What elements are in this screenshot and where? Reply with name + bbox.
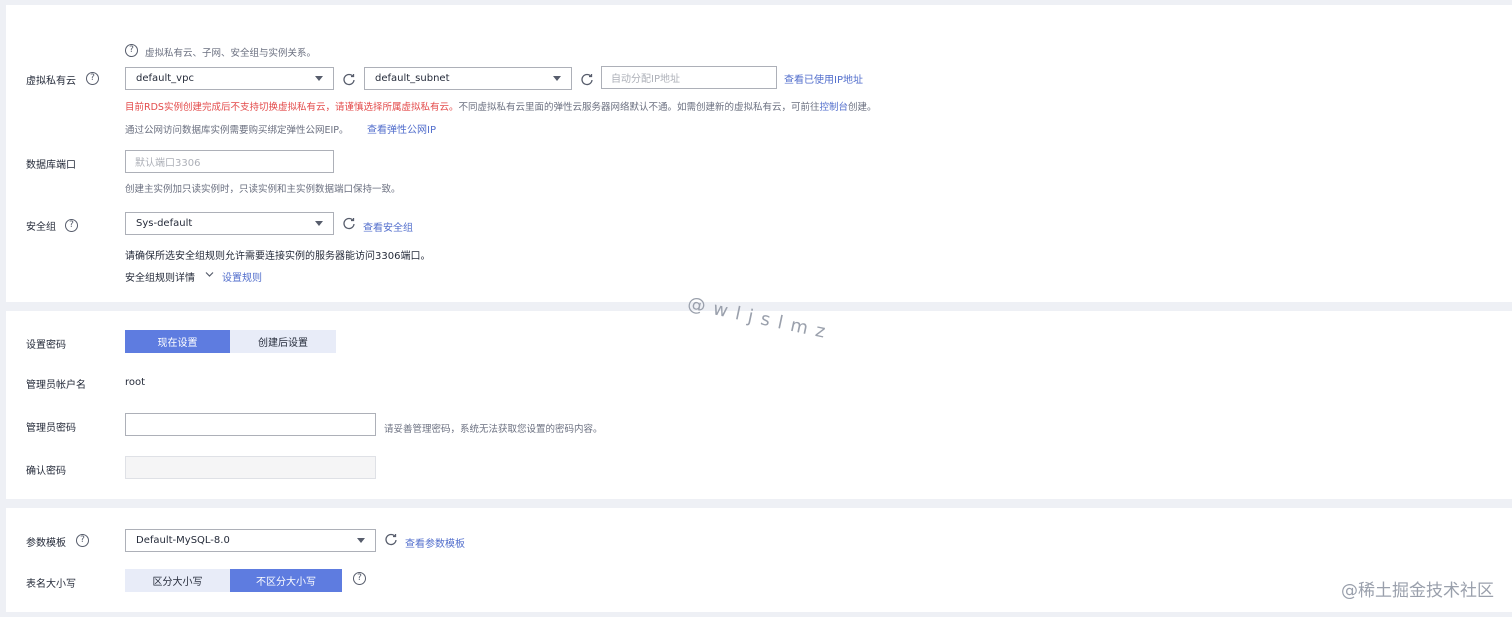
param-template-select[interactable]: Default-MySQL-8.0 xyxy=(125,529,376,552)
vpc-warning-red: 目前RDS实例创建完成后不支持切换虚拟私有云，请谨慎选择所属虚拟私有云。 xyxy=(125,102,459,113)
vpc-relation-hint: 虚拟私有云、子网、安全组与实例关系。 xyxy=(145,48,317,59)
admin-password-input[interactable] xyxy=(125,413,376,436)
refresh-icon[interactable] xyxy=(384,532,398,546)
admin-password-hint: 请妥善管理密码，系统无法获取您设置的密码内容。 xyxy=(384,424,603,435)
security-group-label: 安全组 xyxy=(26,222,56,233)
security-group-rules-label[interactable]: 安全组规则详情 xyxy=(125,269,195,284)
table-case-toggle: 区分大小写 不区分大小写 xyxy=(125,569,342,592)
set-later-button[interactable]: 创建后设置 xyxy=(230,330,336,353)
vpc-select[interactable]: default_vpc xyxy=(125,67,334,90)
vpc-warning-tail: 创建。 xyxy=(847,102,877,113)
subnet-select-value: default_subnet xyxy=(375,73,450,84)
port-placeholder: 默认端口3306 xyxy=(135,158,201,169)
port-label: 数据库端口 xyxy=(26,160,76,171)
params-panel: 参数模板 ? Default-MySQL-8.0 查看参数模板 表名大小写 区分… xyxy=(6,508,1512,612)
set-now-button[interactable]: 现在设置 xyxy=(125,330,230,353)
network-panel: ? 虚拟私有云、子网、安全组与实例关系。 虚拟私有云 ? default_vpc… xyxy=(6,5,1512,302)
case-insensitive-button[interactable]: 不区分大小写 xyxy=(230,569,342,592)
set-password-label: 设置密码 xyxy=(26,340,66,351)
case-sensitive-button[interactable]: 区分大小写 xyxy=(125,569,230,592)
refresh-icon[interactable] xyxy=(342,216,356,230)
ip-placeholder: 自动分配IP地址 xyxy=(611,74,680,85)
security-group-select[interactable]: Sys-default xyxy=(125,212,334,235)
security-group-value: Sys-default xyxy=(136,218,193,229)
security-group-help-icon[interactable]: ? xyxy=(65,219,78,232)
chevron-down-icon xyxy=(553,76,561,81)
chevron-down-icon[interactable] xyxy=(205,271,214,278)
brand-watermark: @稀土掘金技术社区 xyxy=(1341,581,1494,601)
vpc-select-value: default_vpc xyxy=(136,73,194,84)
view-eip-link[interactable]: 查看弹性公网IP xyxy=(367,121,436,136)
vpc-label: 虚拟私有云 xyxy=(26,76,76,87)
password-mode-toggle: 现在设置 创建后设置 xyxy=(125,330,336,353)
refresh-icon[interactable] xyxy=(342,72,356,86)
param-template-value: Default-MySQL-8.0 xyxy=(136,535,230,546)
vpc-help-icon[interactable]: ? xyxy=(86,72,99,85)
port-hint: 创建主实例加只读实例时，只读实例和主实例数据端口保持一致。 xyxy=(125,184,401,195)
param-template-help-icon[interactable]: ? xyxy=(76,534,89,547)
security-group-hint: 请确保所选安全组规则允许需要连接实例的服务器能访问3306端口。 xyxy=(125,251,431,262)
confirm-password-input[interactable] xyxy=(125,456,376,479)
view-param-template-link[interactable]: 查看参数模板 xyxy=(405,535,465,550)
port-input[interactable]: 默认端口3306 xyxy=(125,150,334,173)
param-template-label: 参数模板 xyxy=(26,538,66,549)
chevron-down-icon xyxy=(315,221,323,226)
view-used-ip-link[interactable]: 查看已使用IP地址 xyxy=(784,71,863,86)
vpc-warning-gray: 不同虚拟私有云里面的弹性云服务器网络默认不通。如需创建新的虚拟私有云，可前往 xyxy=(458,102,820,113)
eip-hint: 通过公网访问数据库实例需要购买绑定弹性公网EIP。 xyxy=(125,125,349,136)
view-security-group-link[interactable]: 查看安全组 xyxy=(363,219,413,234)
subnet-select[interactable]: default_subnet xyxy=(364,67,572,90)
admin-name-value: root xyxy=(125,377,146,388)
help-icon[interactable]: ? xyxy=(125,44,138,57)
chevron-down-icon xyxy=(357,538,365,543)
table-case-help-icon[interactable]: ? xyxy=(353,572,366,585)
chevron-down-icon xyxy=(315,76,323,81)
vpc-warning: 目前RDS实例创建完成后不支持切换虚拟私有云，请谨慎选择所属虚拟私有云。不同虚拟… xyxy=(125,99,877,113)
set-rules-link[interactable]: 设置规则 xyxy=(222,269,262,284)
console-link[interactable]: 控制台 xyxy=(819,102,848,113)
refresh-icon[interactable] xyxy=(580,72,594,86)
password-panel: 设置密码 现在设置 创建后设置 管理员帐户名 root 管理员密码 请妥善管理密… xyxy=(6,311,1512,499)
admin-password-label: 管理员密码 xyxy=(26,423,76,434)
ip-address-input[interactable]: 自动分配IP地址 xyxy=(601,66,777,89)
admin-name-label: 管理员帐户名 xyxy=(26,380,86,391)
confirm-password-label: 确认密码 xyxy=(26,466,66,477)
table-case-label: 表名大小写 xyxy=(26,579,76,590)
